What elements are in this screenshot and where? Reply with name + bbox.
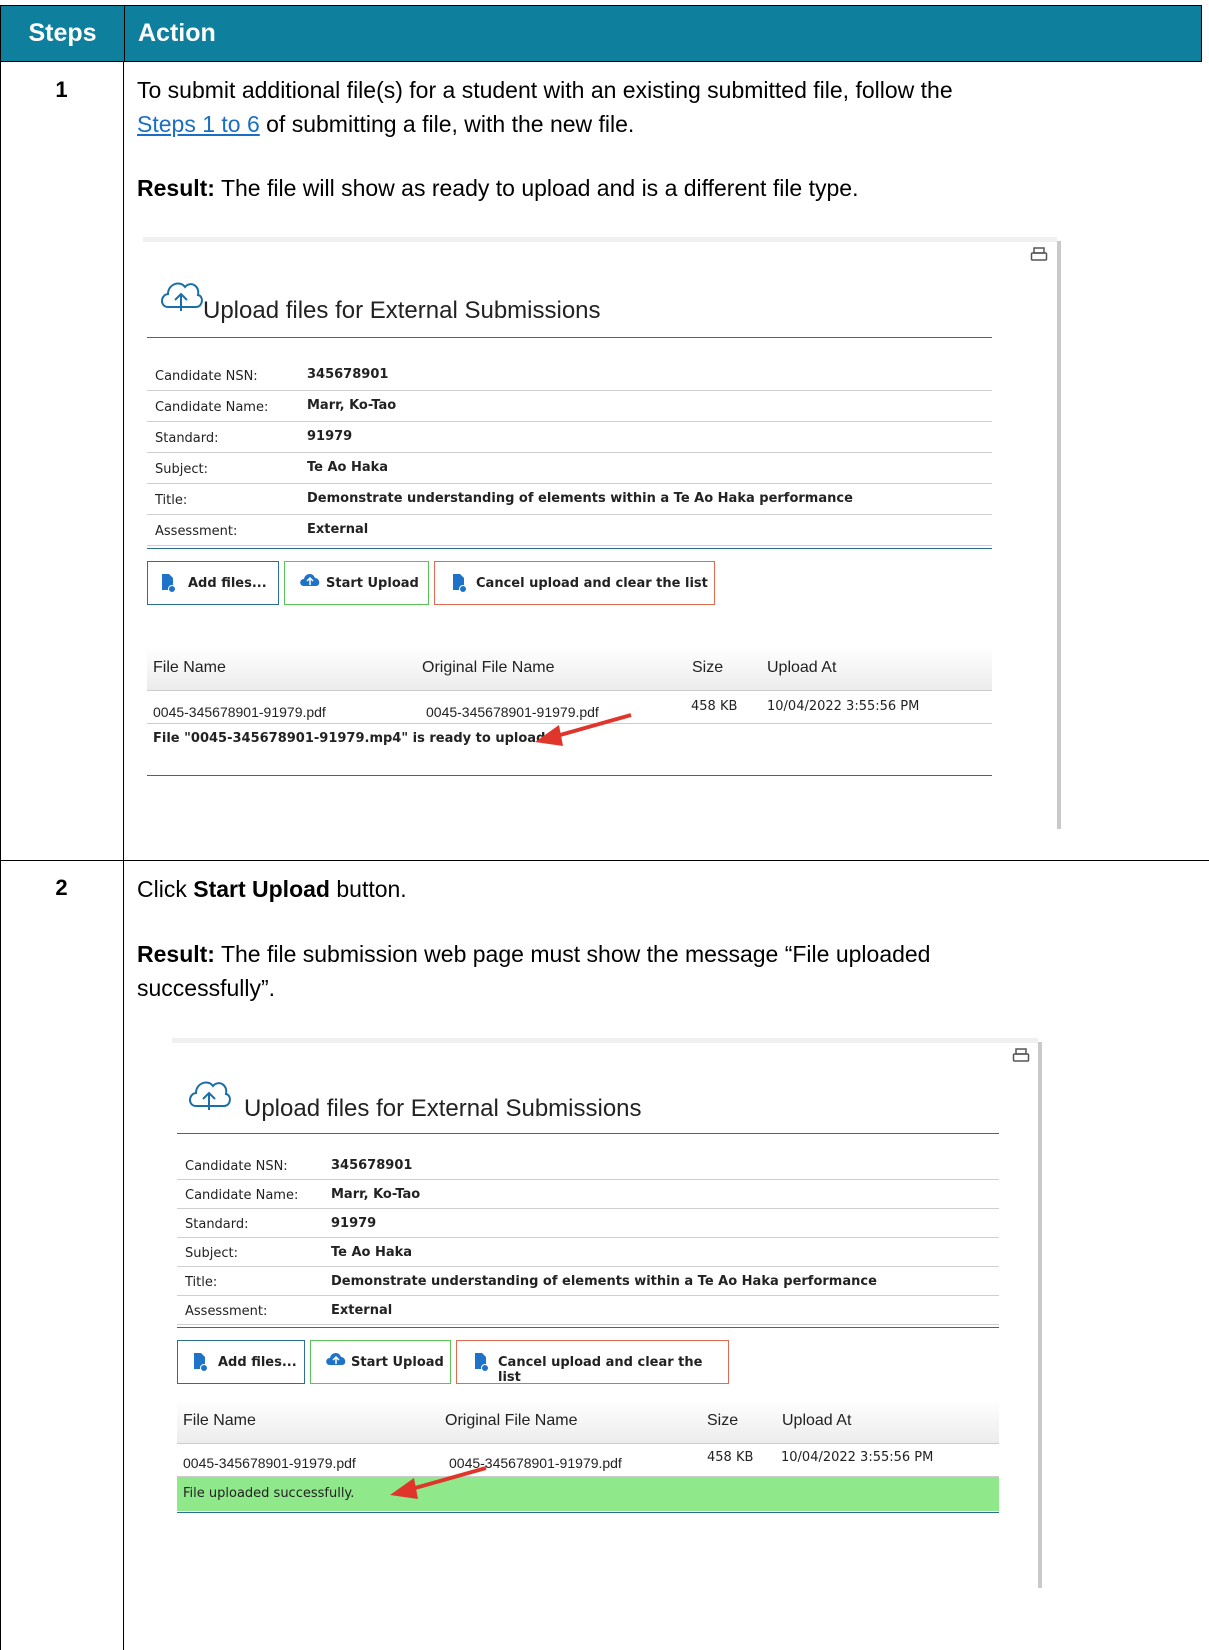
step1-text-pre: To submit additional file(s) for a stude… xyxy=(137,77,953,103)
column-divider xyxy=(123,62,124,1650)
steps-1-to-6-link[interactable]: Steps 1 to 6 xyxy=(137,111,260,137)
start-upload-reference: Start Upload xyxy=(193,876,330,902)
col-upload-at: Upload At xyxy=(767,659,837,676)
cloud-upload-icon xyxy=(186,1074,232,1118)
step1-result-text: The file will show as ready to upload an… xyxy=(220,175,859,201)
left-border xyxy=(0,62,1,1650)
upload-panel-screenshot-1: Upload files for External Submissions Ca… xyxy=(143,237,1061,829)
cloud-upload-icon xyxy=(158,275,204,319)
field-row-standard: Standard: 91979 xyxy=(177,1209,999,1238)
field-row-name: Candidate Name: Marr, Ko-Tao xyxy=(147,391,992,422)
step1-instruction: To submit additional file(s) for a stude… xyxy=(137,73,1197,141)
field-row-standard: Standard: 91979 xyxy=(147,422,992,453)
red-arrow-annotation xyxy=(535,713,632,746)
file-row: 0045-345678901-91979.pdf 0045-345678901-… xyxy=(177,1444,999,1477)
field-row-nsn: Candidate NSN: 345678901 xyxy=(177,1151,999,1180)
print-icon[interactable] xyxy=(1030,247,1048,268)
start-upload-button[interactable]: Start Upload xyxy=(284,561,429,605)
step-number-1: 1 xyxy=(55,77,68,102)
field-row-assessment: Assessment: External xyxy=(177,1296,999,1325)
print-icon[interactable] xyxy=(1012,1048,1030,1069)
file-add-icon xyxy=(194,1353,208,1372)
col-size: Size xyxy=(692,659,724,676)
panel-title: Upload files for External Submissions xyxy=(203,297,601,324)
cancel-upload-button[interactable]: Cancel upload and clear the list xyxy=(456,1340,729,1385)
start-upload-button[interactable]: Start Upload xyxy=(310,1340,451,1384)
header-action: Action xyxy=(138,19,216,47)
upload-icon xyxy=(326,1352,346,1365)
instruction-table: Steps Action 1 To submit additional file… xyxy=(0,0,1209,1650)
col-size: Size xyxy=(707,1412,739,1429)
col-upload-at: Upload At xyxy=(782,1412,852,1429)
file-add-icon xyxy=(162,574,176,593)
step-number-2: 2 xyxy=(55,875,68,900)
step2-instruction: Click Start Upload button. xyxy=(137,876,407,902)
field-row-subject: Subject: Te Ao Haka xyxy=(147,453,992,484)
col-original-name: Original File Name xyxy=(422,659,555,676)
file-add-icon xyxy=(453,574,467,593)
step2-result: Result: The file submission web page mus… xyxy=(137,941,931,1001)
cancel-upload-button[interactable]: Cancel upload and clear the list xyxy=(434,561,715,605)
header-steps: Steps xyxy=(1,6,125,61)
field-row-nsn: Candidate NSN: 345678901 xyxy=(147,360,992,391)
col-original-name: Original File Name xyxy=(445,1412,578,1429)
step1-result: Result: The file will show as ready to u… xyxy=(137,171,1197,205)
table-header: Steps Action xyxy=(0,5,1202,62)
upload-icon xyxy=(300,573,320,586)
field-row-name: Candidate Name: Marr, Ko-Tao xyxy=(177,1180,999,1209)
field-row-subject: Subject: Te Ao Haka xyxy=(177,1238,999,1267)
file-grid-header: File Name Original File Name Size Upload… xyxy=(177,1400,999,1444)
add-files-button[interactable]: Add files... xyxy=(177,1340,305,1384)
file-add-icon xyxy=(475,1353,489,1372)
upload-success-message: File uploaded successfully. xyxy=(177,1477,999,1511)
col-file-name: File Name xyxy=(153,659,226,676)
result-label: Result: xyxy=(137,941,215,967)
field-row-title: Title: Demonstrate understanding of elem… xyxy=(147,484,992,515)
panel-title: Upload files for External Submissions xyxy=(244,1095,642,1122)
result-label: Result: xyxy=(137,175,215,201)
step1-text-post: of submitting a file, with the new file. xyxy=(266,111,635,137)
row-divider xyxy=(0,860,1209,861)
add-files-button[interactable]: Add files... xyxy=(147,561,279,605)
upload-panel-screenshot-2: Upload files for External Submissions Ca… xyxy=(172,1038,1042,1588)
red-arrow-annotation xyxy=(390,1466,487,1499)
field-row-title: Title: Demonstrate understanding of elem… xyxy=(177,1267,999,1296)
col-file-name: File Name xyxy=(183,1412,256,1429)
field-row-assessment: Assessment: External xyxy=(147,515,992,546)
file-grid-header: File Name Original File Name Size Upload… xyxy=(147,647,992,691)
ready-to-upload-message: File "0045-345678901-91979.mp4" is ready… xyxy=(153,731,551,746)
